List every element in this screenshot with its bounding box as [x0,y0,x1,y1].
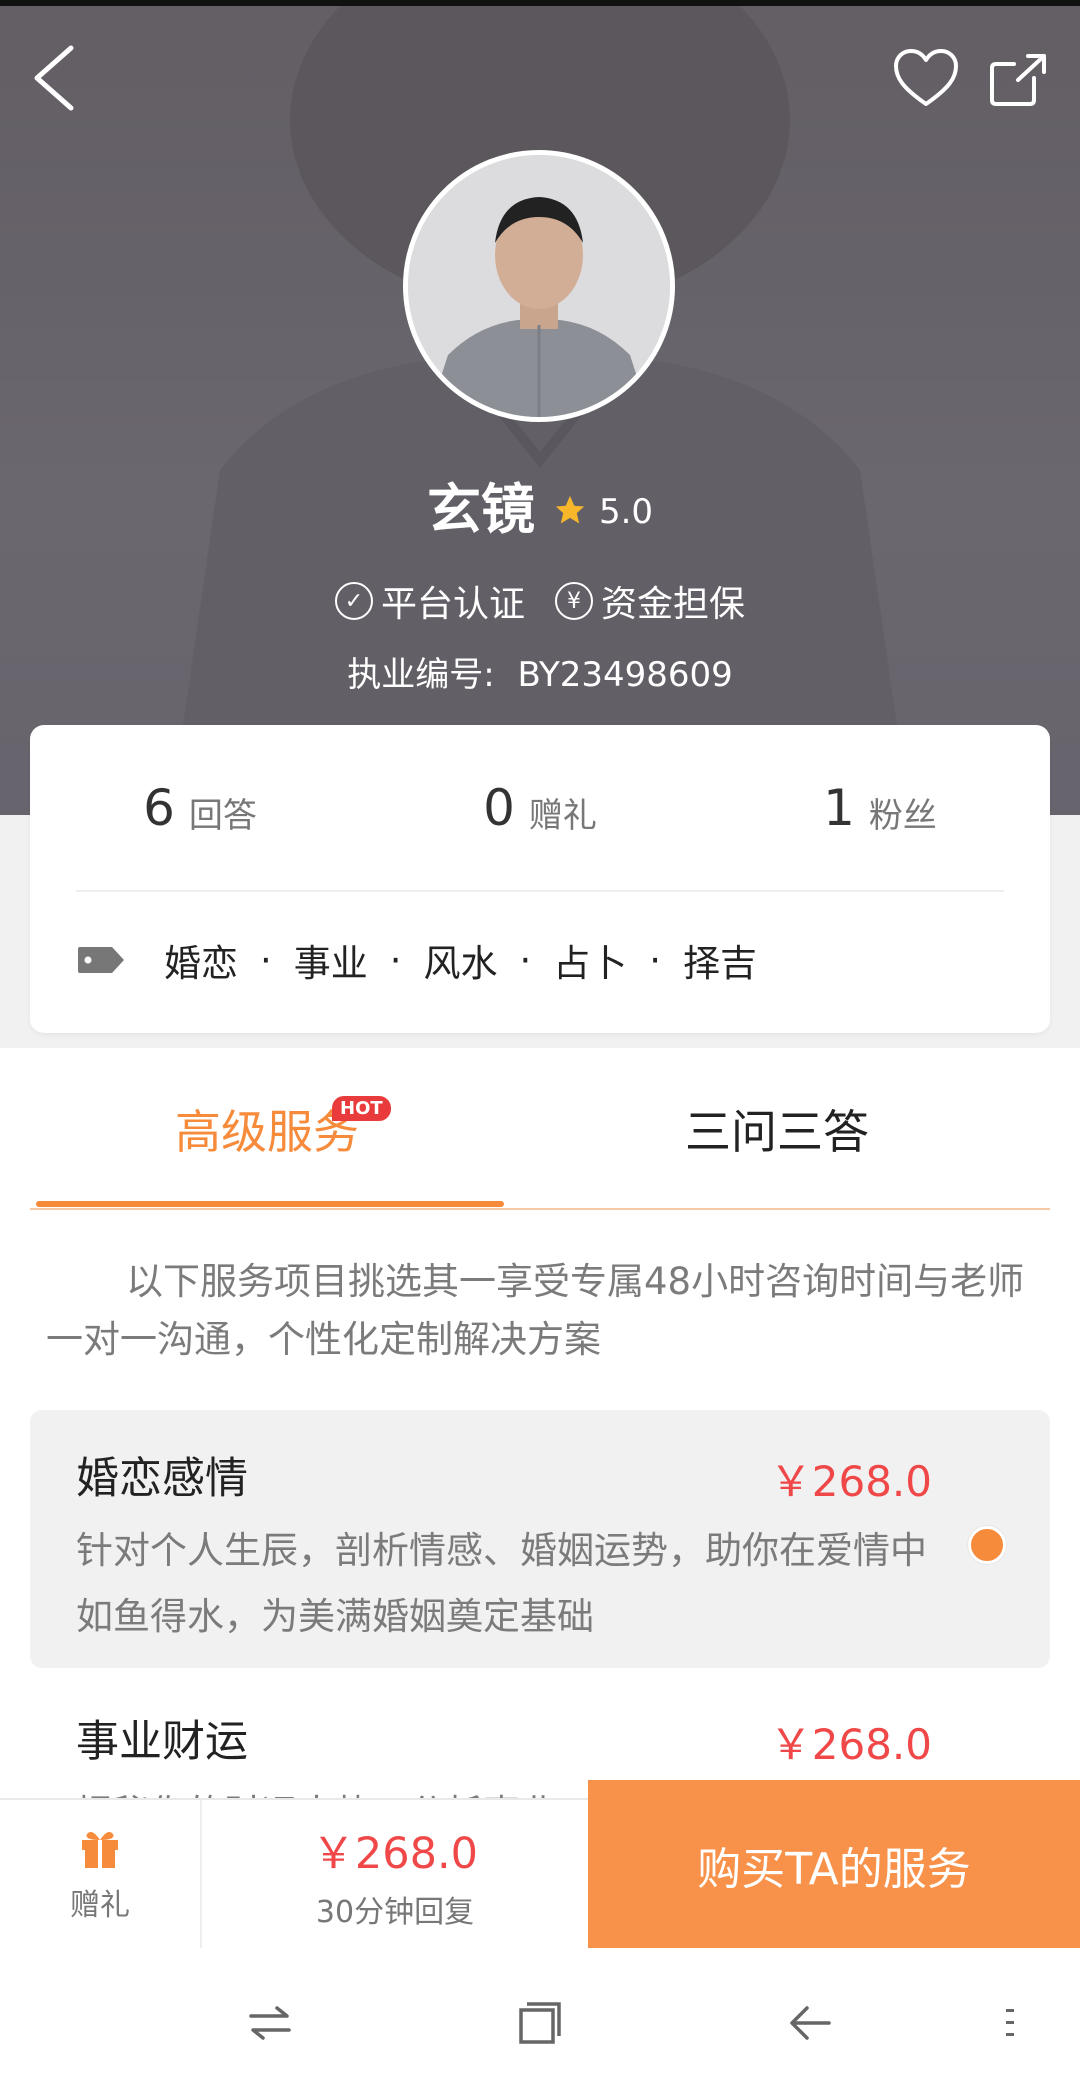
avatar[interactable] [403,150,675,422]
square-icon [519,2002,561,2044]
switch-arrows-icon [249,2006,291,2040]
profile-header: 玄镜 5.0 ✓ 平台认证 ¥ 资金担保 执业编号: BY23498609 [0,0,1080,815]
tag-separator: · [389,938,402,982]
system-navigation-bar [0,1948,1080,2095]
hot-badge: HOT [332,1096,391,1121]
stats-card: 6 回答 0 赠礼 1 粉丝 婚恋 · 事业 · 风水 · 占卜 · 择吉 [30,725,1050,1033]
stats-row: 6 回答 0 赠礼 1 粉丝 [30,725,1050,890]
service-price: ￥268.0 [769,1457,932,1506]
tag-item: 婚恋 [164,942,238,985]
bottom-action-bar: 赠礼 ￥268.0 30分钟回复 购买TA的服务 [0,1780,1080,1950]
share-icon [990,54,1046,106]
total-price: ￥268.0 [311,1829,479,1879]
card-divider [76,890,1004,892]
license-number: BY23498609 [517,655,733,695]
tag-item: 风水 [423,942,498,985]
service-option-love[interactable]: 婚恋感情 ￥268.0 针对个人生辰，剖析情感、婚姻运势，助你在爱情中如鱼得水，… [30,1410,1050,1668]
chevron-left-icon [34,45,74,111]
tag-item: 择吉 [683,942,758,985]
teacher-name: 玄镜 [426,478,535,541]
buy-service-button[interactable]: 购买TA的服务 [588,1780,1080,1950]
tag-separator: · [260,938,272,982]
back-button[interactable] [18,38,88,118]
service-title: 婚恋感情 [76,1454,248,1504]
gift-label: 赠礼 [70,1888,130,1923]
stat-label: 赠礼 [528,796,597,836]
favorite-button[interactable] [886,38,966,118]
tab-bar: 高级服务 HOT 三问三答 [30,1048,1050,1210]
stat-fans[interactable]: 1 粉丝 [710,725,1050,890]
license-row: 执业编号: BY23498609 [0,647,1080,696]
recent-apps-button[interactable] [230,1988,310,2058]
service-price: ￥268.0 [769,1720,932,1769]
tag-row: 婚恋 · 事业 · 风水 · 占卜 · 择吉 [76,925,757,995]
yen-circle-icon: ¥ [555,582,593,620]
tag-list: 婚恋 · 事业 · 风水 · 占卜 · 择吉 [164,933,757,987]
tab-indicator [36,1201,504,1207]
service-description: 针对个人生辰，剖析情感、婚姻运势，助你在爱情中如鱼得水，为美满婚姻奠定基础 [76,1529,927,1638]
name-row: 玄镜 5.0 [0,465,1080,544]
tag-icon [78,947,124,973]
tab-premium-service[interactable]: 高级服务 [30,1048,504,1210]
avatar-image [408,155,670,417]
more-button[interactable] [980,1988,1040,2058]
check-circle-icon: ✓ [334,582,373,620]
service-title: 事业财运 [76,1717,248,1767]
star-icon [555,495,585,523]
stat-answers[interactable]: 6 回答 [30,725,370,890]
heart-icon [894,49,958,106]
tab-label: 三问三答 [685,1105,869,1159]
tag-item: 事业 [293,942,368,985]
reply-time: 30分钟回复 [315,1895,475,1930]
gift-icon [82,1832,118,1868]
gift-button[interactable]: 赠礼 [0,1800,202,1950]
badge-label: 资金担保 [601,584,746,625]
stat-value: 0 [483,778,515,837]
stat-gifts[interactable]: 0 赠礼 [370,725,710,890]
service-section: 高级服务 HOT 三问三答 以下服务项目挑选其一享受专属48小时咨询时间与老师一… [0,1048,1080,1873]
stat-value: 6 [143,778,175,837]
stat-label: 粉丝 [868,796,937,836]
license-label: 执业编号: [347,655,495,695]
fund-guarantee-badge: ¥ 资金担保 [555,575,745,627]
home-button[interactable] [500,1988,580,2058]
back-nav-button[interactable] [770,1988,850,2058]
share-button[interactable] [978,38,1060,118]
tag-separator: · [649,938,662,982]
tag-separator: · [519,938,532,982]
arrow-left-icon [790,2006,831,2040]
stat-value: 1 [823,778,855,837]
tag-item: 占卜 [553,942,628,985]
tab-three-questions[interactable]: 三问三答 [504,1048,1050,1210]
service-intro: 以下服务项目挑选其一享受专属48小时咨询时间与老师一对一沟通，个性化定制解决方案 [46,1260,1025,1361]
rating-value: 5.0 [598,491,654,532]
status-strip [0,0,1080,6]
platform-certified-badge: ✓ 平台认证 [334,575,525,627]
badge-label: 平台认证 [380,584,525,625]
price-summary: ￥268.0 30分钟回复 [204,1800,586,1950]
certification-row: ✓ 平台认证 ¥ 资金担保 [0,575,1080,627]
stat-label: 回答 [188,796,257,836]
more-icon [1006,2009,1014,2036]
service-radio-selected[interactable] [968,1526,1006,1564]
